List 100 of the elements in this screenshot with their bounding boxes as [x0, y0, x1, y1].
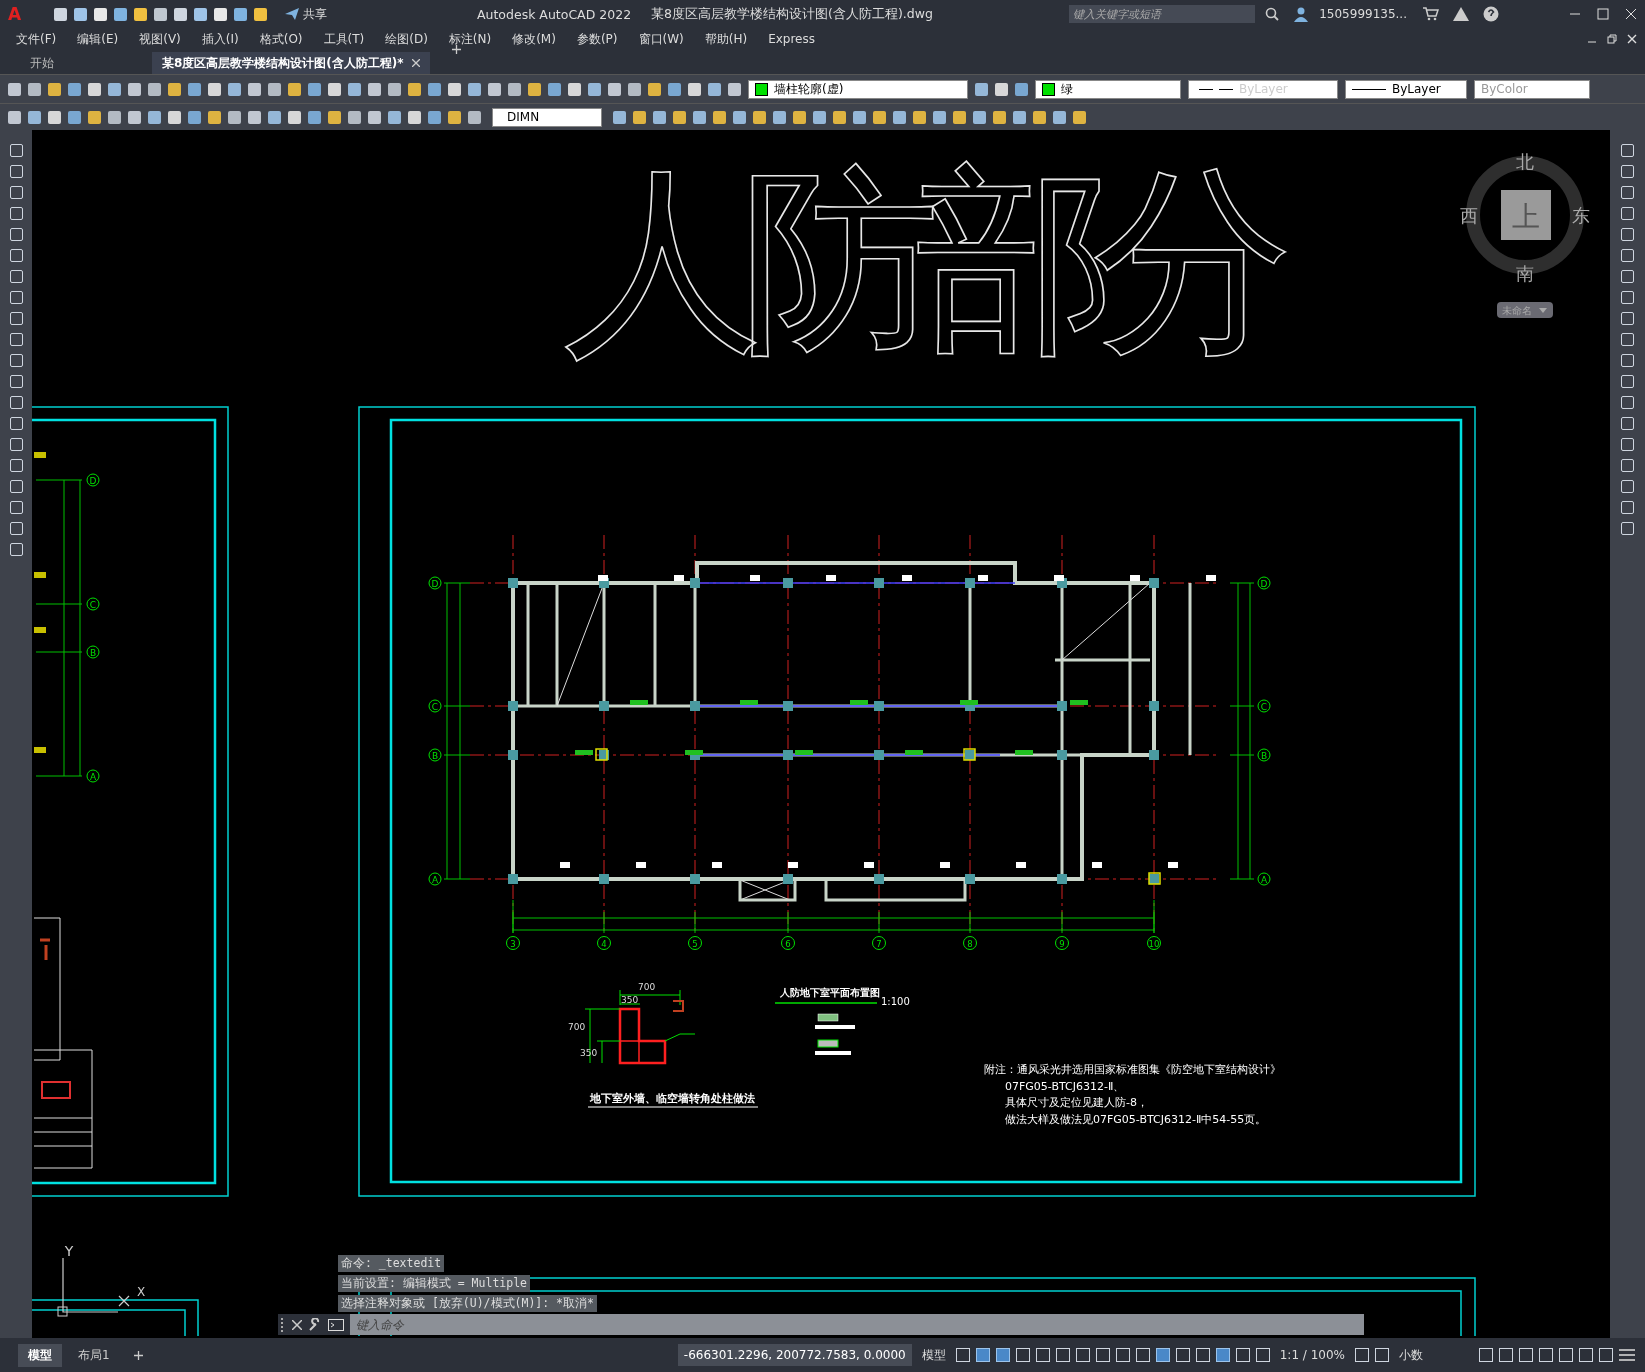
modify-tool-icon[interactable]: [1621, 396, 1634, 409]
toolbar-icon[interactable]: [468, 82, 481, 96]
toolbar-icon[interactable]: [1053, 110, 1066, 124]
status-toggle-icon[interactable]: [1579, 1348, 1593, 1362]
toolbar-icon[interactable]: [708, 82, 721, 96]
quick-access-icon[interactable]: [54, 7, 67, 21]
user-name[interactable]: 1505999135...: [1319, 7, 1407, 21]
status-toggle-icon[interactable]: [1075, 1348, 1090, 1362]
annotation-scale-button[interactable]: 1:1 / 100%: [1275, 1346, 1349, 1364]
modify-tool-icon[interactable]: [1621, 249, 1634, 262]
status-toggle-icon[interactable]: [1095, 1348, 1110, 1362]
toolbar-icon[interactable]: [328, 110, 341, 124]
color-dropdown[interactable]: 绿: [1035, 79, 1181, 99]
status-toggle-icon[interactable]: [995, 1348, 1010, 1362]
toolbar-icon[interactable]: [408, 82, 421, 96]
toolbar-icon[interactable]: [933, 110, 946, 124]
toolbar-icon[interactable]: [428, 110, 441, 124]
modify-tool-icon[interactable]: [1621, 144, 1634, 157]
close-icon[interactable]: [1625, 8, 1637, 20]
status-toggle-icon[interactable]: [1035, 1348, 1050, 1362]
toolbar-icon[interactable]: [188, 82, 201, 96]
draw-tool-icon[interactable]: [9, 375, 23, 388]
toolbar-icon[interactable]: [128, 82, 141, 96]
toolbar-icon[interactable]: [608, 82, 621, 96]
toolbar-icon[interactable]: [108, 82, 121, 96]
modify-tool-icon[interactable]: [1621, 480, 1634, 493]
toolbar-icon[interactable]: [208, 110, 221, 124]
toolbar-icon[interactable]: [148, 110, 161, 124]
toolbar-icon[interactable]: [48, 110, 61, 124]
viewcube-direction[interactable]: 东: [1572, 205, 1590, 226]
status-toggle-icon[interactable]: [955, 1348, 970, 1362]
quick-access-icon[interactable]: [174, 7, 187, 21]
menu-item[interactable]: 窗口(W): [638, 30, 695, 48]
draw-tool-icon[interactable]: [9, 291, 23, 304]
menu-item[interactable]: 绘图(D): [385, 30, 439, 48]
toolbar-icon[interactable]: [893, 110, 906, 124]
toolbar-icon[interactable]: [613, 110, 626, 124]
toolbar-icon[interactable]: [853, 110, 866, 124]
maximize-icon[interactable]: [1597, 8, 1609, 20]
toolbar-icon[interactable]: [673, 110, 686, 124]
toolbar-icon[interactable]: [308, 110, 321, 124]
draw-tool-icon[interactable]: [9, 228, 23, 241]
dimension-style-dropdown[interactable]: DIMN: [492, 107, 602, 127]
toolbar-icon[interactable]: [995, 82, 1008, 96]
toolbar-icon[interactable]: [693, 110, 706, 124]
toolbar-icon[interactable]: [68, 82, 81, 96]
toolbar-icon[interactable]: [268, 82, 281, 96]
close-icon[interactable]: [411, 59, 420, 67]
grip-handle-icon[interactable]: [281, 1317, 286, 1332]
toolbar-icon[interactable]: [728, 82, 741, 96]
draw-tool-icon[interactable]: [9, 396, 23, 409]
quick-access-icon[interactable]: [74, 7, 87, 21]
draw-tool-icon[interactable]: [9, 438, 23, 451]
restore-icon[interactable]: [1607, 34, 1617, 44]
close-icon[interactable]: [1627, 34, 1637, 44]
status-toggle-icon[interactable]: [1235, 1348, 1250, 1362]
viewcube-direction[interactable]: 南: [1516, 263, 1534, 284]
draw-tool-icon[interactable]: [9, 354, 23, 367]
toolbar-icon[interactable]: [508, 82, 521, 96]
modify-tool-icon[interactable]: [1621, 228, 1634, 241]
toolbar-icon[interactable]: [188, 110, 201, 124]
toolbar-icon[interactable]: [1073, 110, 1086, 124]
cart-icon[interactable]: [1423, 7, 1439, 21]
units-dropdown[interactable]: 小数: [1395, 1344, 1473, 1366]
modify-tool-icon[interactable]: [1621, 438, 1634, 451]
viewcube-direction[interactable]: 西: [1460, 205, 1478, 226]
menu-item[interactable]: 插入(I): [201, 30, 250, 48]
toolbar-icon[interactable]: [8, 82, 21, 96]
toolbar-icon[interactable]: [993, 110, 1006, 124]
toolbar-icon[interactable]: [28, 82, 41, 96]
toolbar-icon[interactable]: [568, 82, 581, 96]
toolbar-icon[interactable]: [88, 110, 101, 124]
layer-dropdown[interactable]: 墙柱轮廓(虚): [748, 79, 968, 99]
triangle-logo-icon[interactable]: [1453, 7, 1469, 21]
quick-access-icon[interactable]: [94, 7, 107, 21]
toolbar-icon[interactable]: [753, 110, 766, 124]
modify-tool-icon[interactable]: [1621, 270, 1634, 283]
toolbar-icon[interactable]: [628, 82, 641, 96]
toolbar-icon[interactable]: [228, 110, 241, 124]
status-toggle-icon[interactable]: [1155, 1348, 1170, 1362]
menu-item[interactable]: 修改(M): [512, 30, 567, 48]
toolbar-icon[interactable]: [288, 110, 301, 124]
toolbar-icon[interactable]: [648, 82, 661, 96]
modify-tool-icon[interactable]: [1621, 165, 1634, 178]
layout-tab[interactable]: 模型: [18, 1343, 62, 1367]
draw-tool-icon[interactable]: [9, 270, 23, 283]
command-input-field[interactable]: 键入命令: [350, 1314, 1364, 1335]
menu-item[interactable]: 工具(T): [323, 30, 376, 48]
draw-tool-icon[interactable]: [9, 249, 23, 262]
toolbar-icon[interactable]: [28, 110, 41, 124]
quick-access-icon[interactable]: [234, 7, 247, 21]
draw-tool-icon[interactable]: [9, 186, 23, 199]
draw-tool-icon[interactable]: [9, 543, 23, 556]
status-toggle-icon[interactable]: [975, 1348, 990, 1362]
toolbar-icon[interactable]: [128, 110, 141, 124]
toolbar-icon[interactable]: [833, 110, 846, 124]
toolbar-icon[interactable]: [348, 110, 361, 124]
status-toggle-icon[interactable]: [1479, 1348, 1493, 1362]
toolbar-icon[interactable]: [653, 110, 666, 124]
toolbar-icon[interactable]: [428, 82, 441, 96]
